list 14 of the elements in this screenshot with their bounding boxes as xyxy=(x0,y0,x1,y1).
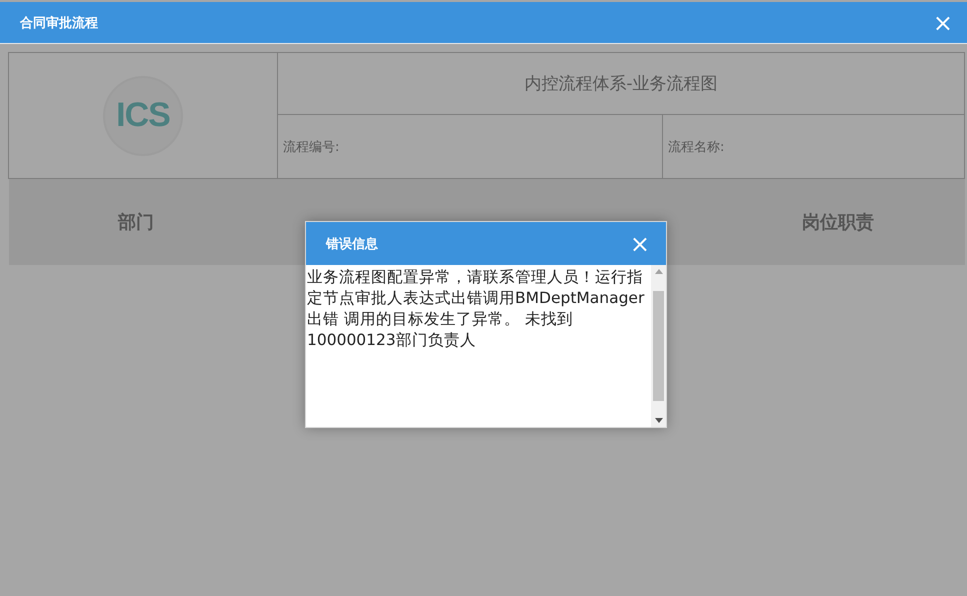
window-title: 合同审批流程 xyxy=(20,14,98,32)
chart-title: 内控流程体系-业务流程图 xyxy=(278,53,964,115)
close-button[interactable]: × xyxy=(928,10,957,34)
column-header: 部门 xyxy=(118,211,154,234)
scroll-down-icon[interactable] xyxy=(654,418,662,423)
column-header: 岗位职责 xyxy=(802,211,874,234)
field-label: 流程名称: xyxy=(667,138,726,156)
logo: ICS xyxy=(105,78,181,154)
error-message: 业务流程图配置异常，请联系管理人员！运行指定节点审批人表达式出错调用BMDeptManager 出错 调用的目标发生了异常。 未找到100000123部门负责人 xyxy=(306,267,646,351)
scrollbar[interactable] xyxy=(651,265,666,427)
dialog-title: 错误信息 xyxy=(326,236,378,252)
scroll-up-icon[interactable] xyxy=(654,269,662,274)
close-button[interactable]: × xyxy=(626,232,654,256)
field-label: 流程编号: xyxy=(278,115,663,178)
